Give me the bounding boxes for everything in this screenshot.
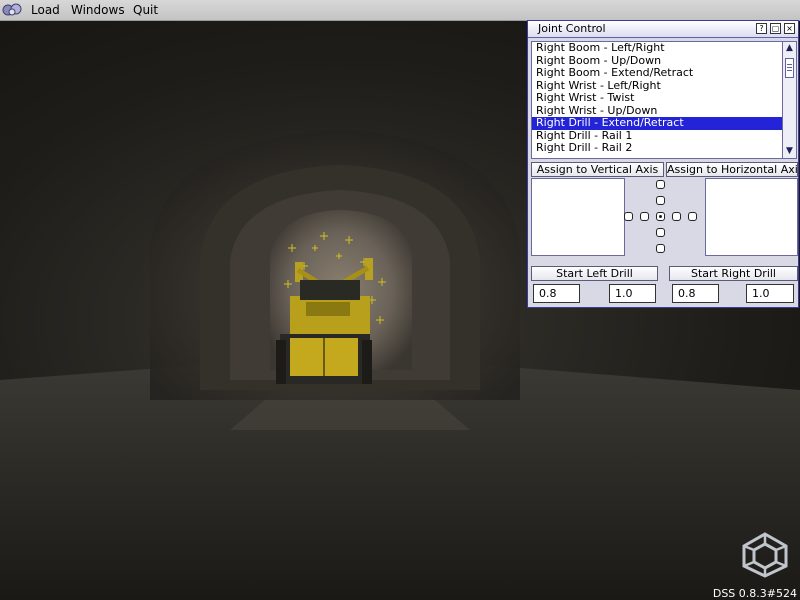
menu-bar: Load Windows Quit xyxy=(0,0,800,21)
scroll-up-icon[interactable]: ▲ xyxy=(783,42,796,55)
left-drill-value-2[interactable]: 1.0 xyxy=(609,284,656,303)
version-label: DSS 0.8.3#524 xyxy=(712,587,797,600)
menu-load[interactable]: Load xyxy=(31,3,60,17)
joint-control-titlebar[interactable]: Joint Control ? ▢ × xyxy=(528,21,798,38)
start-left-drill-button[interactable]: Start Left Drill xyxy=(531,266,658,281)
menu-windows[interactable]: Windows xyxy=(71,3,125,17)
scroll-thumb[interactable] xyxy=(785,58,794,78)
menu-quit[interactable]: Quit xyxy=(133,3,158,17)
joint-item-selected[interactable]: Right Drill - Extend/Retract xyxy=(532,116,782,130)
assign-horizontal-axis-button[interactable]: Assign to Horizontal Axis xyxy=(666,162,798,177)
horizontal-axis-box xyxy=(705,178,798,256)
left-drill-value-1[interactable]: 0.8 xyxy=(533,284,580,303)
joystick-left2-indicator xyxy=(624,212,633,221)
right-drill-value-2[interactable]: 1.0 xyxy=(746,284,794,303)
joint-control-window: Joint Control ? ▢ × Right Boom - Left/Ri… xyxy=(527,20,799,308)
right-drill-value-1[interactable]: 0.8 xyxy=(672,284,719,303)
joint-item[interactable]: Right Boom - Extend/Retract xyxy=(532,66,782,80)
joystick-right2-indicator xyxy=(688,212,697,221)
joystick-up2-indicator xyxy=(656,180,665,189)
joint-item[interactable]: Right Drill - Rail 2 xyxy=(532,141,782,155)
close-button[interactable]: × xyxy=(784,23,795,34)
joystick-up1-indicator xyxy=(656,196,665,205)
maximize-button[interactable]: ▢ xyxy=(770,23,781,34)
assign-vertical-axis-button[interactable]: Assign to Vertical Axis xyxy=(531,162,664,177)
joystick-center-indicator xyxy=(656,212,665,221)
joystick-down1-indicator xyxy=(656,228,665,237)
app-logo-icon xyxy=(2,3,22,16)
joint-list[interactable]: Right Boom - Left/Right Right Boom - Up/… xyxy=(531,41,783,159)
vertical-axis-box xyxy=(531,178,625,256)
dss-logo-icon xyxy=(742,532,788,578)
scroll-down-icon[interactable]: ▼ xyxy=(783,145,796,158)
joystick-right1-indicator xyxy=(672,212,681,221)
joystick-left1-indicator xyxy=(640,212,649,221)
joint-list-scrollbar[interactable]: ▲ ▼ xyxy=(782,41,797,159)
joint-item[interactable]: Right Wrist - Twist xyxy=(532,91,782,105)
start-right-drill-button[interactable]: Start Right Drill xyxy=(669,266,798,281)
joystick-down2-indicator xyxy=(656,244,665,253)
window-title: Joint Control xyxy=(538,22,606,35)
help-button[interactable]: ? xyxy=(756,23,767,34)
joint-item[interactable]: Right Boom - Left/Right xyxy=(532,42,782,55)
